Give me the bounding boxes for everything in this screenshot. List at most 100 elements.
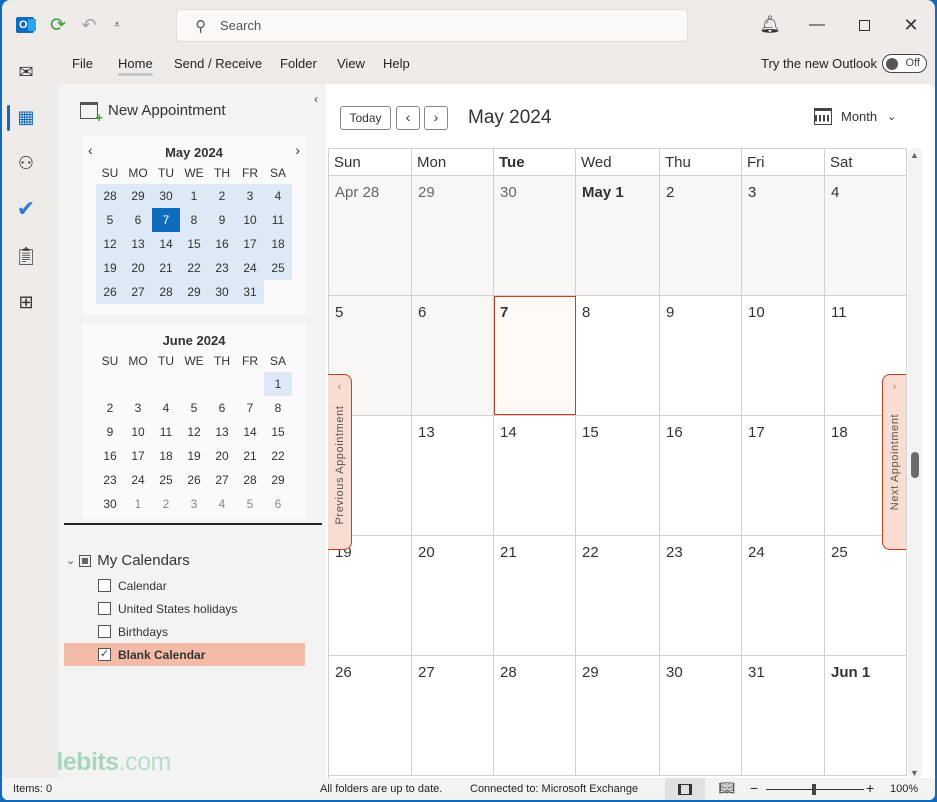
mini-cal-day[interactable]: 25 — [152, 468, 180, 492]
mini-cal-day[interactable]: 30 — [208, 280, 236, 304]
mini-cal-day[interactable]: 26 — [180, 468, 208, 492]
mini-cal-day[interactable]: 18 — [152, 444, 180, 468]
mini-cal-day[interactable]: 26 — [96, 280, 124, 304]
mini-cal-day[interactable]: 30 — [96, 492, 124, 516]
people-icon[interactable]: ⚇ — [10, 147, 42, 179]
mini-cal-day[interactable]: 25 — [264, 256, 292, 280]
bell-icon[interactable]: 🔔︎ — [755, 12, 785, 38]
calendar-checkbox[interactable] — [98, 625, 111, 638]
mini-cal-day[interactable]: 19 — [180, 444, 208, 468]
prev-month-button[interactable]: ‹ — [396, 106, 420, 130]
zoom-out-button[interactable]: − — [750, 780, 758, 796]
mini-cal-day[interactable]: 7 — [152, 208, 180, 232]
mini-cal-day[interactable]: 31 — [236, 280, 264, 304]
tab-file[interactable]: File — [72, 56, 93, 71]
day-cell[interactable]: 24 — [742, 536, 825, 655]
mini-cal-day[interactable]: 21 — [152, 256, 180, 280]
normal-view-button[interactable] — [665, 778, 705, 800]
mini-cal-day[interactable]: 9 — [208, 208, 236, 232]
tab-send-receive[interactable]: Send / Receive — [174, 56, 262, 71]
mini-cal-day[interactable]: 15 — [180, 232, 208, 256]
reading-view-button[interactable]: 📖︎ — [715, 780, 739, 798]
mini-cal-day[interactable]: 23 — [208, 256, 236, 280]
day-cell[interactable]: 29 — [412, 176, 494, 295]
tab-home[interactable]: Home — [118, 56, 153, 76]
mini-cal-day[interactable]: 11 — [264, 208, 292, 232]
tab-view[interactable]: View — [337, 56, 365, 71]
mini-cal-day[interactable]: 3 — [236, 184, 264, 208]
my-calendars-group[interactable]: ⌄ My Calendars — [66, 552, 190, 569]
tab-folder[interactable]: Folder — [280, 56, 317, 71]
day-cell[interactable]: 13 — [412, 416, 494, 535]
mini-cal-day[interactable]: 13 — [124, 232, 152, 256]
mini-cal-day[interactable]: 14 — [236, 420, 264, 444]
calendar-list-item[interactable]: United States holidays — [64, 597, 305, 620]
new-appointment-button[interactable]: New Appointment — [80, 102, 226, 125]
mini-cal-day[interactable]: 29 — [124, 184, 152, 208]
mini-cal-day[interactable]: 4 — [152, 396, 180, 420]
mini-cal-day[interactable]: 22 — [180, 256, 208, 280]
day-cell[interactable]: 3 — [742, 176, 825, 295]
mini-cal-day[interactable]: 7 — [236, 396, 264, 420]
mini-cal-day[interactable]: 16 — [96, 444, 124, 468]
mini-cal-day[interactable]: 8 — [180, 208, 208, 232]
scroll-up-arrow[interactable]: ▲ — [910, 150, 919, 160]
mini-cal-day[interactable]: 18 — [264, 232, 292, 256]
day-cell[interactable]: 9 — [660, 296, 742, 415]
mini-cal-day[interactable]: 9 — [96, 420, 124, 444]
calendar-list-item[interactable]: Calendar — [64, 574, 305, 597]
mini-cal-day[interactable]: 10 — [124, 420, 152, 444]
customize-quick-access-icon[interactable]: ⩡ — [106, 14, 128, 36]
day-cell[interactable]: 30 — [660, 656, 742, 775]
mini-cal-next-month[interactable]: › — [295, 142, 300, 158]
tasks-icon[interactable]: 📋︎ — [10, 240, 42, 272]
zoom-in-button[interactable]: + — [866, 780, 874, 796]
day-cell[interactable]: 23 — [660, 536, 742, 655]
group-checkbox[interactable] — [79, 554, 92, 567]
mini-cal-day[interactable]: 19 — [96, 256, 124, 280]
mini-cal-day[interactable]: 1 — [264, 372, 292, 396]
mini-cal-day[interactable]: 13 — [208, 420, 236, 444]
scroll-thumb[interactable] — [911, 452, 919, 478]
mini-cal-day[interactable]: 22 — [264, 444, 292, 468]
mini-cal-day[interactable]: 3 — [180, 492, 208, 516]
day-cell[interactable]: 8 — [576, 296, 660, 415]
day-cell[interactable]: 28 — [494, 656, 576, 775]
day-cell[interactable]: 26 — [329, 656, 412, 775]
mini-cal-day[interactable]: 28 — [236, 468, 264, 492]
apps-icon[interactable]: ⊞ — [10, 286, 42, 318]
mini-cal-day[interactable]: 27 — [208, 468, 236, 492]
mini-cal-day[interactable]: 2 — [208, 184, 236, 208]
calendar-list-item[interactable]: ✓ Blank Calendar — [64, 643, 305, 666]
mini-cal-day[interactable]: 29 — [264, 468, 292, 492]
try-new-outlook-toggle[interactable]: Off — [882, 54, 927, 73]
calendar-icon[interactable]: ▦ — [7, 101, 42, 133]
day-cell[interactable]: 21 — [494, 536, 576, 655]
mini-cal-day[interactable]: 15 — [264, 420, 292, 444]
mini-cal-day[interactable]: 30 — [152, 184, 180, 208]
mini-cal-day[interactable]: 20 — [208, 444, 236, 468]
chevron-down-icon[interactable]: ⌄ — [66, 554, 75, 567]
mini-cal-day[interactable]: 12 — [96, 232, 124, 256]
mini-cal-day[interactable]: 28 — [152, 280, 180, 304]
day-cell[interactable]: 19 — [329, 536, 412, 655]
zoom-slider-thumb[interactable] — [812, 784, 816, 795]
day-cell[interactable]: 6 — [412, 296, 494, 415]
day-cell[interactable]: 25 — [825, 536, 907, 655]
mini-cal-day[interactable]: 2 — [152, 492, 180, 516]
mini-cal-day[interactable]: 20 — [124, 256, 152, 280]
mini-cal-day[interactable]: 24 — [236, 256, 264, 280]
tab-help[interactable]: Help — [383, 56, 410, 71]
day-cell[interactable]: 27 — [412, 656, 494, 775]
mini-cal-day[interactable]: 2 — [96, 396, 124, 420]
day-cell[interactable]: 16 — [660, 416, 742, 535]
mini-cal-day[interactable]: 5 — [180, 396, 208, 420]
mini-cal-day[interactable]: 4 — [208, 492, 236, 516]
previous-appointment-button[interactable]: ‹ Previous Appointment — [328, 374, 352, 550]
mini-cal-day[interactable]: 1 — [124, 492, 152, 516]
mini-cal-day[interactable]: 28 — [96, 184, 124, 208]
day-cell[interactable]: 20 — [412, 536, 494, 655]
calendar-list-item[interactable]: Birthdays — [64, 620, 305, 643]
next-appointment-button[interactable]: › Next Appointment — [882, 374, 906, 550]
maximize-button[interactable] — [849, 12, 879, 38]
